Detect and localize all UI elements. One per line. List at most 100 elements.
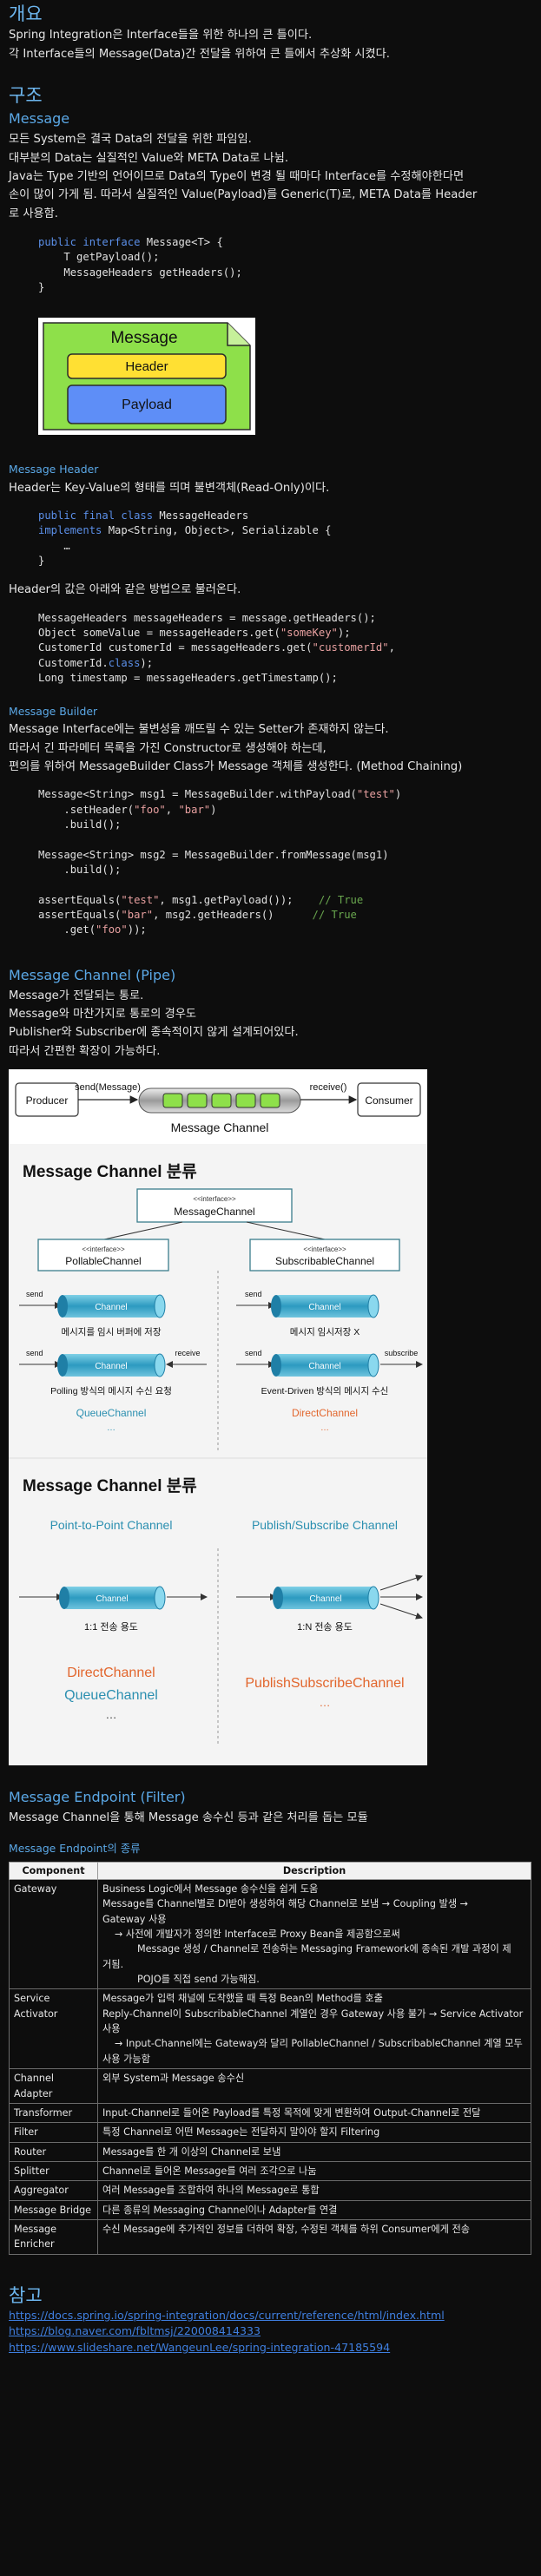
- producer-label: Producer: [26, 1094, 69, 1107]
- page: 개요 Spring Integration은 Interface들을 위한 하나…: [0, 0, 541, 2356]
- component-description-cell: Business Logic에서 Message 송수신을 쉽게 도움 Messa…: [97, 1878, 531, 1990]
- pubsub-channel-cylinder: Channel: [273, 1586, 379, 1610]
- description-line: 특정 Channel로 어떤 Message는 전달하지 말아야 할지 Filt…: [102, 2126, 380, 2139]
- message-headers-class-code: public final class MessageHeaders implem…: [38, 509, 332, 567]
- overview-title: 개요: [9, 3, 43, 24]
- header-access-code: MessageHeaders messageHeaders = message.…: [38, 611, 395, 684]
- endpoint-component-table: Component Description Gateway Business Lo…: [9, 1861, 531, 2255]
- event-driven-caption: Event-Driven 방식의 메시지 수신: [261, 1386, 389, 1396]
- pollable-channel-cylinder-2: Channel: [57, 1353, 166, 1377]
- pollable-channel-cylinder-1: Channel: [57, 1294, 166, 1318]
- column-header-component: Component: [9, 1861, 98, 1880]
- message-channel-interface-label: MessageChannel: [174, 1206, 254, 1218]
- publish-subscribe-label: Publish/Subscribe Channel: [252, 1518, 398, 1532]
- channel-classification-title-1: Message Channel 분류: [23, 1162, 197, 1181]
- description-line: Message 생성 / Channel로 전송하는 Messaging Fra…: [137, 1943, 511, 1955]
- pubsub-caption: 1:N 전송 용도: [297, 1621, 353, 1633]
- column-header-description: Description: [97, 1861, 531, 1880]
- component-name-cell: Channel Adapter: [9, 2068, 98, 2104]
- message-interface-code: public interface Message<T> { T getPaylo…: [38, 236, 242, 294]
- svg-text:Channel: Channel: [95, 1303, 127, 1312]
- component-description-cell: 특정 Channel로 어떤 Message는 전달하지 말아야 할지 Filt…: [97, 2122, 531, 2143]
- component-name-cell: Message Bridge: [9, 2199, 98, 2221]
- table-row: Router Message를 한 개 이상의 Channel로 보냄: [9, 2141, 531, 2162]
- builder-line-2: 따라서 긴 파라메터 목록을 가진 Constructor로 생성해야 하는데,: [9, 741, 327, 755]
- subscribable-no-buffer-caption: 메시지 임시저장 X: [290, 1326, 360, 1337]
- pollable-buffer-caption: 메시지를 임시 버퍼에 저장: [61, 1326, 161, 1337]
- svg-text:send: send: [245, 1290, 262, 1298]
- component-description-cell: Channel로 들어온 Message를 여러 조각으로 나눔: [97, 2160, 531, 2182]
- reference-link-slideshare[interactable]: https://www.slideshare.net/WangeunLee/sp…: [9, 2340, 532, 2356]
- component-name-cell: Service Activator: [9, 1988, 98, 2070]
- description-line: → Input-Channel에는 Gateway와 달리 PollableCh…: [115, 2038, 523, 2050]
- svg-text:<<interface>>: <<interface>>: [303, 1245, 346, 1253]
- svg-text:…: …: [320, 1423, 329, 1433]
- message-line-5: 로 사용함.: [9, 207, 58, 220]
- subscribable-channel-label: SubscribableChannel: [275, 1255, 374, 1267]
- reference-link-spring-docs[interactable]: https://docs.spring.io/spring-integratio…: [9, 2308, 532, 2323]
- channel-classification-title-2: Message Channel 분류: [23, 1476, 197, 1495]
- table-row: Message Enricher 수신 Message에 추가적인 정보를 더하여…: [9, 2219, 531, 2255]
- svg-text:Channel: Channel: [96, 1594, 128, 1604]
- svg-text:Channel: Channel: [309, 1594, 341, 1604]
- component-description-cell: 여러 Message를 조합하여 하나의 Message로 통합: [97, 2180, 531, 2201]
- publish-subscribe-channel-label: PublishSubscribeChannel: [245, 1676, 404, 1691]
- header-access-line: Header의 값은 아래와 같은 방법으로 불러온다.: [9, 583, 241, 597]
- message-channel-figure: Producer send(Message) Message Channel r…: [9, 1069, 427, 1766]
- structure-title: 구조: [9, 85, 43, 107]
- svg-text:send: send: [245, 1349, 262, 1357]
- table-row: Channel Adapter 외부 System과 Message 송수신: [9, 2068, 531, 2104]
- endpoint-table-body: Gateway Business Logic에서 Message 송수신을 쉽게 …: [9, 1878, 531, 2255]
- svg-text:Channel: Channel: [95, 1362, 127, 1371]
- component-name-cell: Router: [9, 2141, 98, 2162]
- description-line: 거됨.: [102, 1958, 124, 1970]
- description-line: Business Logic에서 Message 송수신을 쉽게 도움: [102, 1883, 319, 1895]
- point-to-point-label: Point-to-Point Channel: [50, 1518, 173, 1532]
- queue-channel-impl-label: QueueChannel: [76, 1407, 147, 1419]
- table-row: Filter 특정 Channel로 어떤 Message는 전달하지 말아야 할…: [9, 2122, 531, 2143]
- message-channel-caption: Message Channel: [171, 1120, 269, 1134]
- component-name-cell: Message Enricher: [9, 2219, 98, 2255]
- component-description-cell: Message가 입력 채널에 도착했을 때 특정 Bean의 Method를 …: [97, 1988, 531, 2070]
- component-description-cell: Input-Channel로 들어온 Payload를 특정 목적에 맞게 변환…: [97, 2102, 531, 2124]
- component-name-cell: Splitter: [9, 2160, 98, 2182]
- builder-line-3: 편의를 위하여 MessageBuilder Class가 Message 객체…: [9, 760, 463, 774]
- description-line: 사용 가능함: [102, 2053, 151, 2065]
- svg-text:Channel: Channel: [308, 1362, 340, 1371]
- component-description-cell: Message를 한 개 이상의 Channel로 보냄: [97, 2141, 531, 2162]
- references-title: 참고: [9, 2284, 43, 2306]
- endpoint-line: Message Channel을 통해 Message 송수신 등과 같은 처리…: [9, 1811, 368, 1825]
- message-channel-title: Message Channel (Pipe): [9, 966, 176, 983]
- component-name-cell: Transformer: [9, 2102, 98, 2124]
- description-line: Reply-Channel이 SubscribableChannel 계열인 경…: [102, 2008, 524, 2020]
- diagram-payload-label: Payload: [122, 398, 172, 412]
- table-row: Message Bridge 다른 종류의 Messaging Channel이나…: [9, 2199, 531, 2221]
- description-line: 수신 Message에 추가적인 정보를 더하여 확장, 수정된 객체를 하위 …: [102, 2224, 471, 2236]
- svg-text:Channel: Channel: [308, 1303, 340, 1312]
- svg-text:…: …: [106, 1708, 117, 1721]
- description-line: → 사전에 개발자가 정의한 Interface로 Proxy Bean을 제공…: [115, 1928, 400, 1940]
- subscribable-channel-cylinder-2: Channel: [271, 1353, 379, 1377]
- description-line: Message를 Channel별로 DI받아 생성하여 해당 Channel로…: [102, 1898, 469, 1910]
- component-name-cell: Gateway: [9, 1878, 98, 1990]
- component-name-cell: Filter: [9, 2122, 98, 2143]
- component-description-cell: 다른 종류의 Messaging Channel이나 Adapter를 연결: [97, 2199, 531, 2221]
- diagram-header-label: Header: [125, 359, 168, 374]
- table-row: Gateway Business Logic에서 Message 송수신을 쉽게 …: [9, 1878, 531, 1990]
- message-structure-diagram: Message Header Payload: [38, 318, 255, 436]
- message-line-4: 손이 많이 가게 됨. 따라서 실질적인 Value(Payload)를 Gen…: [9, 188, 478, 202]
- builder-line-1: Message Interface에는 불변성을 깨뜨릴 수 있는 Setter…: [9, 723, 389, 737]
- p2p-direct-channel-label: DirectChannel: [67, 1666, 155, 1680]
- message-builder-code: Message<String> msg1 = MessageBuilder.wi…: [38, 788, 402, 936]
- endpoint-kinds-title: Message Endpoint의 종류: [9, 1842, 141, 1856]
- svg-text:<<interface>>: <<interface>>: [82, 1245, 125, 1253]
- svg-text:send: send: [26, 1349, 43, 1357]
- channel-line-4: 따라서 간편한 확장이 가능하다.: [9, 1044, 161, 1058]
- reference-link-naver-blog[interactable]: https://blog.naver.com/fbltmsj/220008414…: [9, 2323, 532, 2339]
- subscribable-channel-cylinder-1: Channel: [271, 1294, 379, 1318]
- description-line: Message가 입력 채널에 도착했을 때 특정 Bean의 Method를 …: [102, 1993, 383, 2005]
- overview-line-2: 각 Interface들의 Message(Data)간 전달을 위하여 큰 틀…: [9, 47, 390, 61]
- message-header-line: Header는 Key-Value의 형태를 띄며 불변객체(Read-Only…: [9, 481, 330, 495]
- table-row: Splitter Channel로 들어온 Message를 여러 조각으로 나눔: [9, 2160, 531, 2182]
- description-line: 사용: [102, 2023, 121, 2035]
